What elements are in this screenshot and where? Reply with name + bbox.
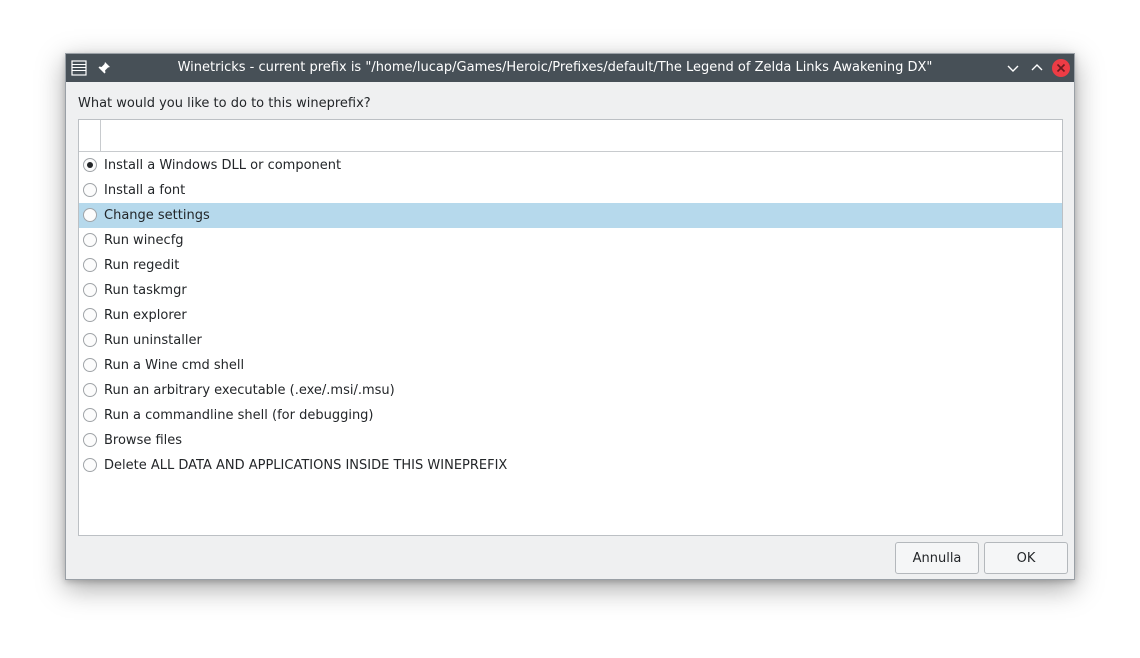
list-item[interactable]: Run an arbitrary executable (.exe/.msi/.… [79,378,1062,403]
radio-button[interactable] [83,308,97,322]
titlebar[interactable]: Winetricks - current prefix is "/home/lu… [66,54,1074,82]
list-item-label: Install a Windows DLL or component [104,158,342,173]
list-item-label: Run winecfg [104,233,184,248]
list-item-label: Run a Wine cmd shell [104,358,245,373]
list-item[interactable]: Run regedit [79,253,1062,278]
list-item[interactable]: Install a Windows DLL or component [79,153,1062,178]
list-item-label: Run a commandline shell (for debugging) [104,408,374,423]
header-divider [100,120,101,152]
list-item[interactable]: Run a commandline shell (for debugging) [79,403,1062,428]
list-item[interactable]: Install a font [79,178,1062,203]
radio-button[interactable] [83,283,97,297]
list-item-label: Install a font [104,183,186,198]
list-item[interactable]: Run explorer [79,303,1062,328]
ok-button[interactable]: OK [984,542,1068,574]
radio-button[interactable] [83,383,97,397]
list-item-label: Run uninstaller [104,333,202,348]
list-item-label: Browse files [104,433,183,448]
radio-button[interactable] [83,358,97,372]
list-item-label: Run regedit [104,258,180,273]
list-item[interactable]: Browse files [79,428,1062,453]
minimize-icon[interactable] [1004,59,1022,77]
list-item[interactable]: Change settings [79,203,1062,228]
list-header[interactable] [79,120,1062,152]
pin-icon[interactable] [95,59,113,77]
options-list[interactable]: Install a Windows DLL or component Instal… [78,119,1063,536]
radio-button[interactable] [83,433,97,447]
winetricks-dialog: Winetricks - current prefix is "/home/lu… [65,53,1075,580]
radio-button[interactable] [83,408,97,422]
dialog-prompt: What would you like to do to this winepr… [78,96,371,111]
radio-button[interactable] [83,208,97,222]
list-item-label: Run taskmgr [104,283,187,298]
list-item-label: Run an arbitrary executable (.exe/.msi/.… [104,383,395,398]
radio-button[interactable] [83,333,97,347]
list-item[interactable]: Run a Wine cmd shell [79,353,1062,378]
list-item-label: Run explorer [104,308,187,323]
radio-button[interactable] [83,233,97,247]
cancel-button[interactable]: Annulla [895,542,979,574]
radio-button[interactable] [83,158,97,172]
radio-button[interactable] [83,183,97,197]
app-menu-icon[interactable] [70,59,88,77]
list-item[interactable]: Run taskmgr [79,278,1062,303]
list-item[interactable]: Delete ALL DATA AND APPLICATIONS INSIDE … [79,453,1062,478]
radio-button[interactable] [83,258,97,272]
list-item[interactable]: Run winecfg [79,228,1062,253]
radio-button[interactable] [83,458,97,472]
close-icon[interactable] [1052,59,1070,77]
list-item[interactable]: Run uninstaller [79,328,1062,353]
list-item-label: Delete ALL DATA AND APPLICATIONS INSIDE … [104,458,508,473]
maximize-icon[interactable] [1028,59,1046,77]
options-rows: Install a Windows DLL or component Instal… [79,153,1062,478]
window-title: Winetricks - current prefix is "/home/lu… [177,60,933,75]
list-item-label: Change settings [104,208,210,223]
